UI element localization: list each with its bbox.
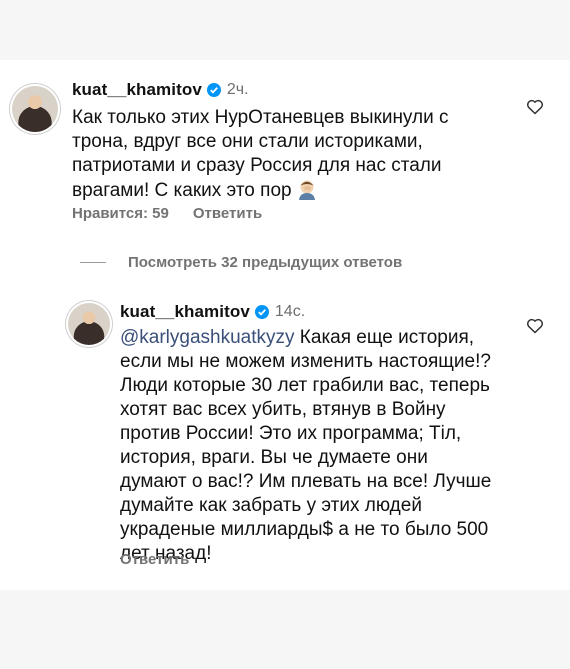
- divider-line: [80, 262, 106, 263]
- comment-line: думайте как забрать у этих людей: [120, 495, 422, 516]
- username[interactable]: kuat__khamitov: [120, 302, 250, 322]
- comment-line: врагами! С каких это пор: [72, 180, 292, 201]
- comment-line: хотят вас всех убить, втянув в Войну: [120, 399, 446, 420]
- reply-button[interactable]: Ответить: [193, 205, 262, 222]
- bottom-background: [0, 590, 570, 669]
- like-heart-icon[interactable]: [526, 318, 544, 334]
- comment-line: против России! Это их программа; Тіл,: [120, 423, 462, 444]
- mention-link[interactable]: @karlygashkuatkyzy: [120, 327, 295, 348]
- comment-text: @karlygashkuatkyzy Какая еще история, ес…: [120, 326, 491, 566]
- comment-actions: Ответить: [120, 551, 189, 568]
- verified-badge-icon: [206, 83, 221, 97]
- view-previous-replies[interactable]: Посмотреть 32 предыдущих ответов: [80, 254, 402, 271]
- likes-count[interactable]: Нравится: 59: [72, 205, 169, 222]
- man-facepalming-emoji: [298, 180, 315, 200]
- timestamp: 2ч.: [226, 81, 249, 98]
- comment-line: трона, вдруг все они стали историками,: [72, 131, 423, 152]
- timestamp: 14с.: [274, 303, 306, 320]
- verified-badge-icon: [254, 305, 269, 319]
- comment-line: если мы не можем изменить настоящие!?: [120, 351, 491, 372]
- comment-line: история, враги. Вы че думаете они: [120, 447, 428, 468]
- comment-line: думают о вас!? Им плевать на все! Лучше: [120, 471, 492, 492]
- comment-header: kuat__khamitov 14с.: [120, 302, 305, 322]
- username[interactable]: kuat__khamitov: [72, 80, 202, 100]
- comment-text: Как только этих НурОтаневцев выкинули с …: [72, 106, 449, 203]
- comment-line: Как только этих НурОтаневцев выкинули с: [72, 107, 449, 128]
- comment-line: Люди которые 30 лет грабили вас, теперь: [120, 375, 490, 396]
- comment-line: Какая еще история,: [294, 327, 475, 348]
- top-background: [0, 0, 570, 60]
- user-avatar[interactable]: [12, 86, 58, 132]
- reply-button[interactable]: Ответить: [120, 551, 189, 568]
- comment-actions: Нравится: 59 Ответить: [72, 205, 262, 222]
- comment-line: украденые миллиарды$ а не то было 500: [120, 519, 489, 540]
- view-replies-label[interactable]: Посмотреть 32 предыдущих ответов: [128, 254, 402, 271]
- comment-line-first: @karlygashkuatkyzy Какая еще история,: [120, 326, 491, 350]
- comment-line: патриотами и сразу Россия для нас стали: [72, 155, 442, 176]
- comment-line-last: врагами! С каких это пор: [72, 178, 449, 203]
- user-avatar[interactable]: [68, 303, 110, 345]
- comment-header: kuat__khamitov 2ч.: [72, 80, 249, 100]
- like-heart-icon[interactable]: [526, 99, 544, 115]
